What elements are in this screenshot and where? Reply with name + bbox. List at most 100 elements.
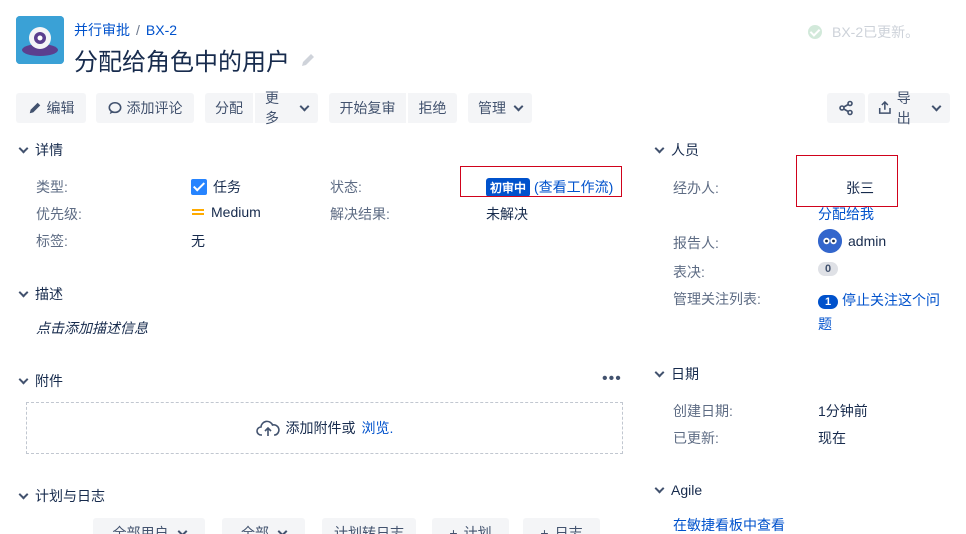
collapse-caret-icon	[654, 143, 665, 153]
worklog-section-header[interactable]: 计划与日志	[18, 486, 105, 506]
update-flag: BX-2已更新。	[808, 22, 919, 42]
description-section-header[interactable]: 描述	[18, 284, 63, 304]
resolution-value: 未解决	[486, 206, 528, 222]
details-section-header[interactable]: 详情	[18, 140, 63, 160]
page-title[interactable]: 分配给角色中的用户	[74, 42, 316, 77]
description-heading: 描述	[35, 286, 63, 302]
breadcrumb-separator: /	[136, 22, 140, 38]
resolution-label: 解决结果:	[330, 206, 390, 222]
collapse-caret-icon	[654, 483, 665, 493]
description-placeholder[interactable]: 点击添加描述信息	[36, 318, 148, 338]
add-plan-button[interactable]: + 计划	[432, 518, 509, 534]
dates-section-header[interactable]: 日期	[654, 364, 699, 384]
watchers-value[interactable]: 1 停止关注这个问题	[818, 289, 953, 335]
success-icon	[808, 25, 822, 39]
add-comment-label: 添加评论	[126, 100, 183, 116]
edit-button-label: 编辑	[46, 100, 75, 116]
export-icon	[878, 101, 891, 114]
type-label: 类型:	[36, 179, 68, 195]
priority-value[interactable]: Medium	[191, 204, 261, 220]
browse-link[interactable]: 浏览.	[362, 418, 394, 438]
updated-value: 现在	[818, 430, 846, 446]
details-heading: 详情	[35, 142, 63, 158]
assign-button[interactable]: 分配	[205, 93, 253, 123]
labels-value[interactable]: 无	[191, 231, 205, 251]
edit-pencil-icon[interactable]	[300, 52, 316, 68]
manage-label: 管理	[478, 100, 506, 116]
breadcrumb: 并行审批 / BX-2	[74, 20, 177, 40]
share-button[interactable]	[827, 93, 865, 123]
collapse-caret-icon	[654, 367, 665, 377]
type-value[interactable]: 任务	[191, 177, 241, 197]
breadcrumb-project[interactable]: 并行审批	[74, 20, 130, 40]
add-comment-button[interactable]: 添加评论	[96, 93, 194, 123]
issue-summary[interactable]: 分配给角色中的用户	[74, 42, 290, 77]
manage-dropdown[interactable]: 管理	[468, 93, 532, 123]
all-dropdown[interactable]: 全部	[222, 518, 305, 534]
worklog-heading: 计划与日志	[35, 488, 105, 504]
collapse-caret-icon	[18, 143, 29, 153]
assign-to-me-link[interactable]: 分配给我	[818, 204, 874, 224]
status-label: 状态:	[330, 179, 362, 195]
assignee-label: 经办人:	[673, 180, 719, 196]
chevron-down-icon	[177, 526, 187, 534]
watchers-label: 管理关注列表:	[673, 291, 761, 307]
share-icon	[839, 100, 853, 116]
collapse-caret-icon	[18, 374, 29, 384]
reject-label: 拒绝	[418, 100, 447, 116]
cloud-upload-icon	[255, 420, 280, 436]
type-value-text: 任务	[213, 179, 241, 195]
votes-badge: 0	[818, 262, 839, 276]
agile-heading: Agile	[671, 482, 703, 498]
all-label: 全部	[241, 525, 269, 534]
reporter-value[interactable]: admin	[818, 229, 886, 253]
export-label: 导出	[896, 90, 911, 126]
pencil-icon	[29, 102, 40, 114]
chevron-down-icon	[299, 101, 310, 111]
attachments-heading: 附件	[35, 373, 63, 389]
comment-icon	[108, 101, 121, 115]
breadcrumb-issue-key[interactable]: BX-2	[146, 22, 177, 38]
plus-icon: +	[449, 525, 458, 534]
more-options-icon[interactable]: •••	[602, 370, 622, 388]
dates-heading: 日期	[671, 366, 699, 382]
reject-button[interactable]: 拒绝	[408, 93, 457, 123]
task-type-icon	[191, 179, 207, 195]
collapse-caret-icon	[18, 287, 29, 297]
add-plan-label: 计划	[463, 525, 492, 534]
user-avatar-icon	[818, 229, 842, 253]
start-review-button[interactable]: 开始复审	[329, 93, 406, 123]
edit-button[interactable]: 编辑	[16, 93, 86, 123]
project-logo-icon	[16, 16, 64, 64]
assign-label: 分配	[215, 100, 243, 116]
flag-message: BX-2已更新。	[832, 24, 920, 40]
all-users-dropdown[interactable]: 全部用户	[93, 518, 205, 534]
chevron-down-icon	[513, 101, 524, 111]
export-dropdown[interactable]: 导出	[868, 90, 950, 126]
created-value: 1分钟前	[818, 403, 868, 419]
more-dropdown[interactable]: 更多	[255, 90, 318, 126]
created-label: 创建日期:	[673, 403, 733, 419]
plan-to-log-label: 计划转日志	[334, 525, 404, 534]
priority-value-text: Medium	[211, 204, 261, 220]
chevron-down-icon	[931, 101, 942, 111]
reporter-label: 报告人:	[673, 235, 719, 251]
plan-to-log-button[interactable]: 计划转日志	[322, 518, 416, 534]
attachment-dropzone[interactable]: 添加附件或 浏览.	[26, 402, 623, 454]
priority-medium-icon	[191, 207, 205, 217]
plus-icon: +	[540, 525, 549, 534]
votes-label: 表决:	[673, 264, 705, 280]
people-section-header[interactable]: 人员	[654, 140, 699, 160]
view-in-agile-board-link[interactable]: 在敏捷看板中查看	[673, 515, 785, 534]
attachments-section-header[interactable]: 附件	[18, 371, 63, 391]
add-log-button[interactable]: + 日志	[523, 518, 600, 534]
project-avatar[interactable]	[16, 16, 64, 64]
collapse-caret-icon	[18, 489, 29, 499]
agile-section-header[interactable]: Agile	[654, 482, 703, 498]
dropzone-text: 添加附件或	[285, 420, 356, 436]
more-label: 更多	[265, 90, 279, 126]
people-heading: 人员	[671, 142, 699, 158]
votes-value[interactable]: 0	[818, 262, 839, 276]
reporter-name: admin	[848, 233, 887, 249]
highlight-box	[796, 155, 898, 207]
